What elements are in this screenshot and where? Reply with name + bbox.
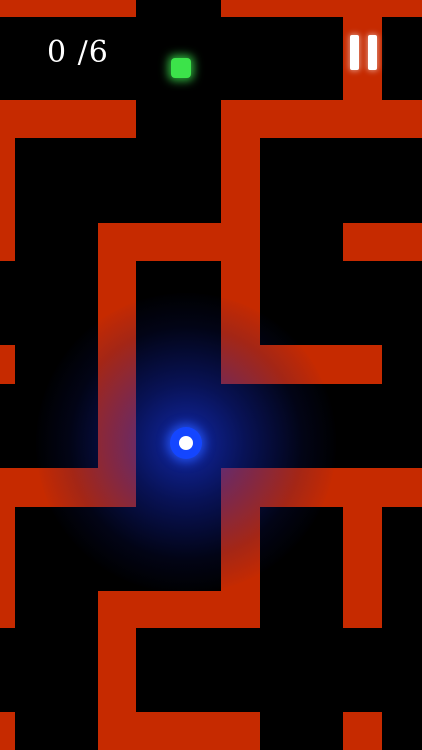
player-ball[interactable] <box>170 427 202 459</box>
maze-wall <box>0 0 136 17</box>
maze-wall <box>343 223 422 261</box>
maze-wall <box>221 345 382 384</box>
maze-wall <box>98 223 136 507</box>
maze-wall <box>343 468 382 628</box>
maze-wall <box>0 100 136 138</box>
maze-wall <box>0 345 15 384</box>
maze-wall <box>0 468 15 628</box>
maze-game-screen[interactable]: 0 /6 <box>0 0 422 750</box>
maze-wall <box>98 712 260 750</box>
player-ball-core <box>179 436 193 450</box>
pause-icon-bar-right <box>368 35 377 70</box>
gem-counter: 0 /6 <box>47 35 109 70</box>
maze-wall <box>343 712 382 750</box>
pause-icon-bar-left <box>350 35 359 70</box>
maze-wall <box>0 712 15 750</box>
green-gem-collectible <box>171 58 191 78</box>
maze-wall <box>0 100 15 261</box>
maze-wall <box>221 0 422 17</box>
maze-wall <box>0 468 136 507</box>
pause-button[interactable] <box>346 34 382 72</box>
